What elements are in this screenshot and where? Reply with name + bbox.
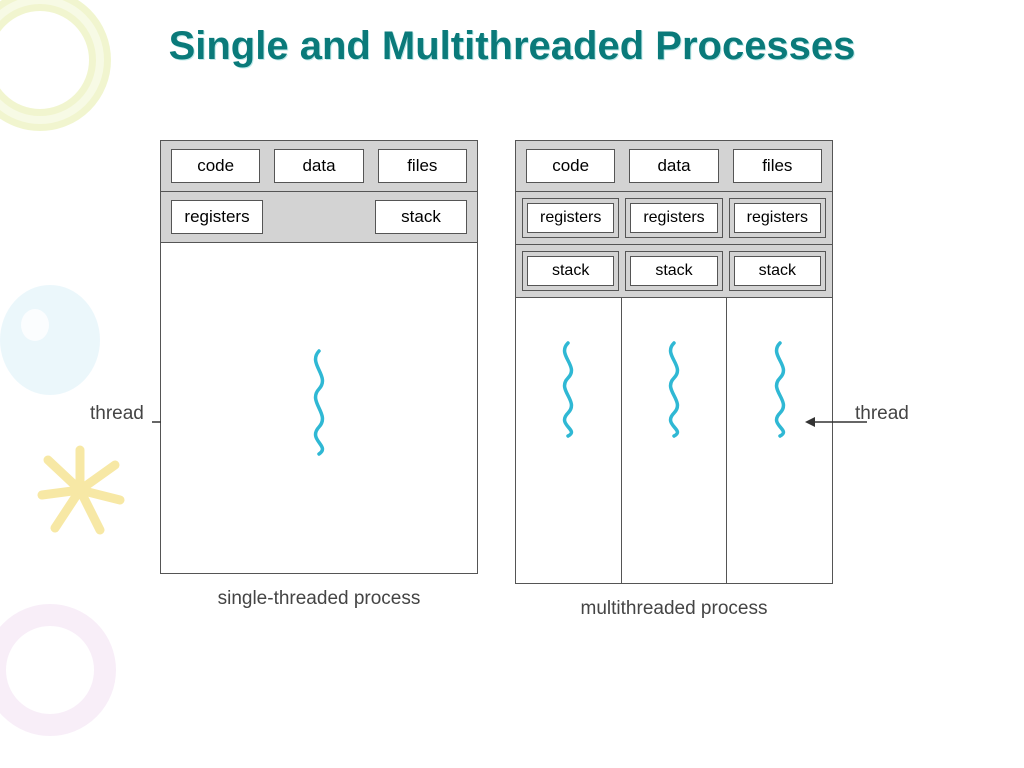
thread-squiggle-icon: [551, 338, 585, 443]
process-box-single: code data files registers stack: [160, 140, 478, 574]
caption-multi: multithreaded process: [515, 598, 833, 620]
page-title: Single and Multithreaded Processes: [0, 24, 1024, 69]
thread-area: [161, 243, 477, 573]
process-box-multi: code data files registers registers regi…: [515, 140, 833, 584]
multithreaded-diagram: code data files registers registers regi…: [515, 140, 833, 620]
diagram-stage: thread code data files registers stack: [105, 140, 925, 700]
stack-box: stack: [734, 256, 821, 286]
thread-area: [516, 298, 832, 583]
code-box: code: [526, 149, 615, 183]
shared-resources-row: code data files: [516, 141, 832, 192]
files-box: files: [733, 149, 822, 183]
thread-label-left: thread: [90, 403, 144, 425]
registers-box: registers: [171, 200, 263, 234]
stack-row: stack stack stack: [516, 245, 832, 298]
stack-box: stack: [630, 256, 717, 286]
files-box: files: [378, 149, 467, 183]
code-box: code: [171, 149, 260, 183]
data-box: data: [629, 149, 718, 183]
thread-label-right: thread: [855, 403, 909, 425]
stack-box: stack: [375, 200, 467, 234]
thread-squiggle-icon: [302, 346, 336, 461]
shared-resources-row: code data files: [161, 141, 477, 192]
thread-squiggle-icon: [763, 338, 797, 443]
single-threaded-diagram: thread code data files registers stack: [160, 140, 478, 610]
thread-column: [516, 298, 622, 583]
caption-single: single-threaded process: [160, 588, 478, 610]
registers-row: registers registers registers: [516, 192, 832, 245]
registers-box: registers: [630, 203, 717, 233]
stack-box: stack: [527, 256, 614, 286]
data-box: data: [274, 149, 363, 183]
registers-box: registers: [527, 203, 614, 233]
thread-column: [727, 298, 832, 583]
thread-column: [622, 298, 728, 583]
thread-resources-row: registers stack: [161, 192, 477, 243]
registers-box: registers: [734, 203, 821, 233]
thread-squiggle-icon: [657, 338, 691, 443]
